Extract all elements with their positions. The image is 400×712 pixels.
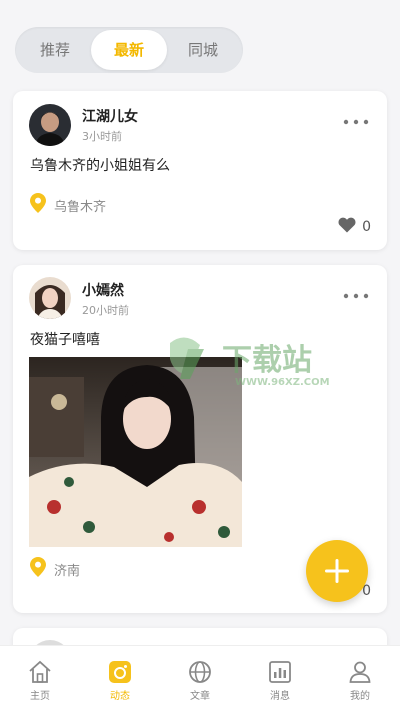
- post-text: 夜猫子嘻嘻: [30, 332, 100, 348]
- more-options-icon[interactable]: [343, 109, 369, 130]
- top-bar: 推荐 最新 同城: [0, 0, 400, 80]
- avatar[interactable]: [29, 277, 71, 319]
- nav-articles[interactable]: 文章: [160, 646, 240, 712]
- globe-icon: [189, 661, 211, 683]
- avatar[interactable]: [29, 104, 71, 146]
- post-time: 20小时前: [82, 304, 129, 317]
- user-icon: [349, 661, 371, 683]
- nav-home-label: 主页: [30, 691, 50, 702]
- post-photo[interactable]: [29, 357, 242, 547]
- nav-moments-label: 动态: [110, 691, 130, 702]
- tab-local[interactable]: 同城: [165, 27, 241, 73]
- chart-icon: [269, 661, 291, 683]
- location-label: 济南: [54, 563, 81, 579]
- post-text: 乌鲁木齐的小姐姐有么: [30, 158, 170, 174]
- nav-articles-label: 文章: [190, 691, 210, 702]
- moments-icon: [109, 661, 131, 683]
- post-time: 3小时前: [82, 130, 122, 143]
- like-count: 0: [362, 219, 371, 235]
- nav-messages[interactable]: 消息: [240, 646, 320, 712]
- nav-messages-label: 消息: [270, 691, 290, 702]
- tab-latest[interactable]: 最新: [91, 30, 167, 70]
- post-card[interactable]: 江湖儿女 3小时前 乌鲁木齐的小姐姐有么 乌鲁木齐 0: [13, 91, 387, 250]
- add-post-button[interactable]: [306, 540, 368, 602]
- nav-moments[interactable]: 动态: [80, 646, 160, 712]
- nav-profile[interactable]: 我的: [320, 646, 400, 712]
- location-pin-icon: [30, 557, 54, 581]
- nav-home[interactable]: 主页: [0, 646, 80, 712]
- like-button[interactable]: 0: [338, 217, 371, 237]
- username[interactable]: 小嫣然: [82, 280, 124, 300]
- post-location[interactable]: 济南: [30, 557, 80, 581]
- nav-profile-label: 我的: [350, 691, 370, 702]
- location-pin-icon: [30, 193, 54, 217]
- more-options-icon[interactable]: [343, 283, 369, 304]
- location-label: 乌鲁木齐: [54, 199, 107, 215]
- heart-icon: [338, 217, 362, 237]
- bottom-nav: 主页 动态 文章 消息 我的: [0, 645, 400, 712]
- home-icon: [29, 660, 51, 683]
- post-location[interactable]: 乌鲁木齐: [30, 193, 106, 217]
- plus-icon: [325, 559, 349, 583]
- feed-tab-switcher: 推荐 最新 同城: [15, 27, 243, 73]
- tab-recommended[interactable]: 推荐: [17, 27, 93, 73]
- username[interactable]: 江湖儿女: [82, 106, 138, 126]
